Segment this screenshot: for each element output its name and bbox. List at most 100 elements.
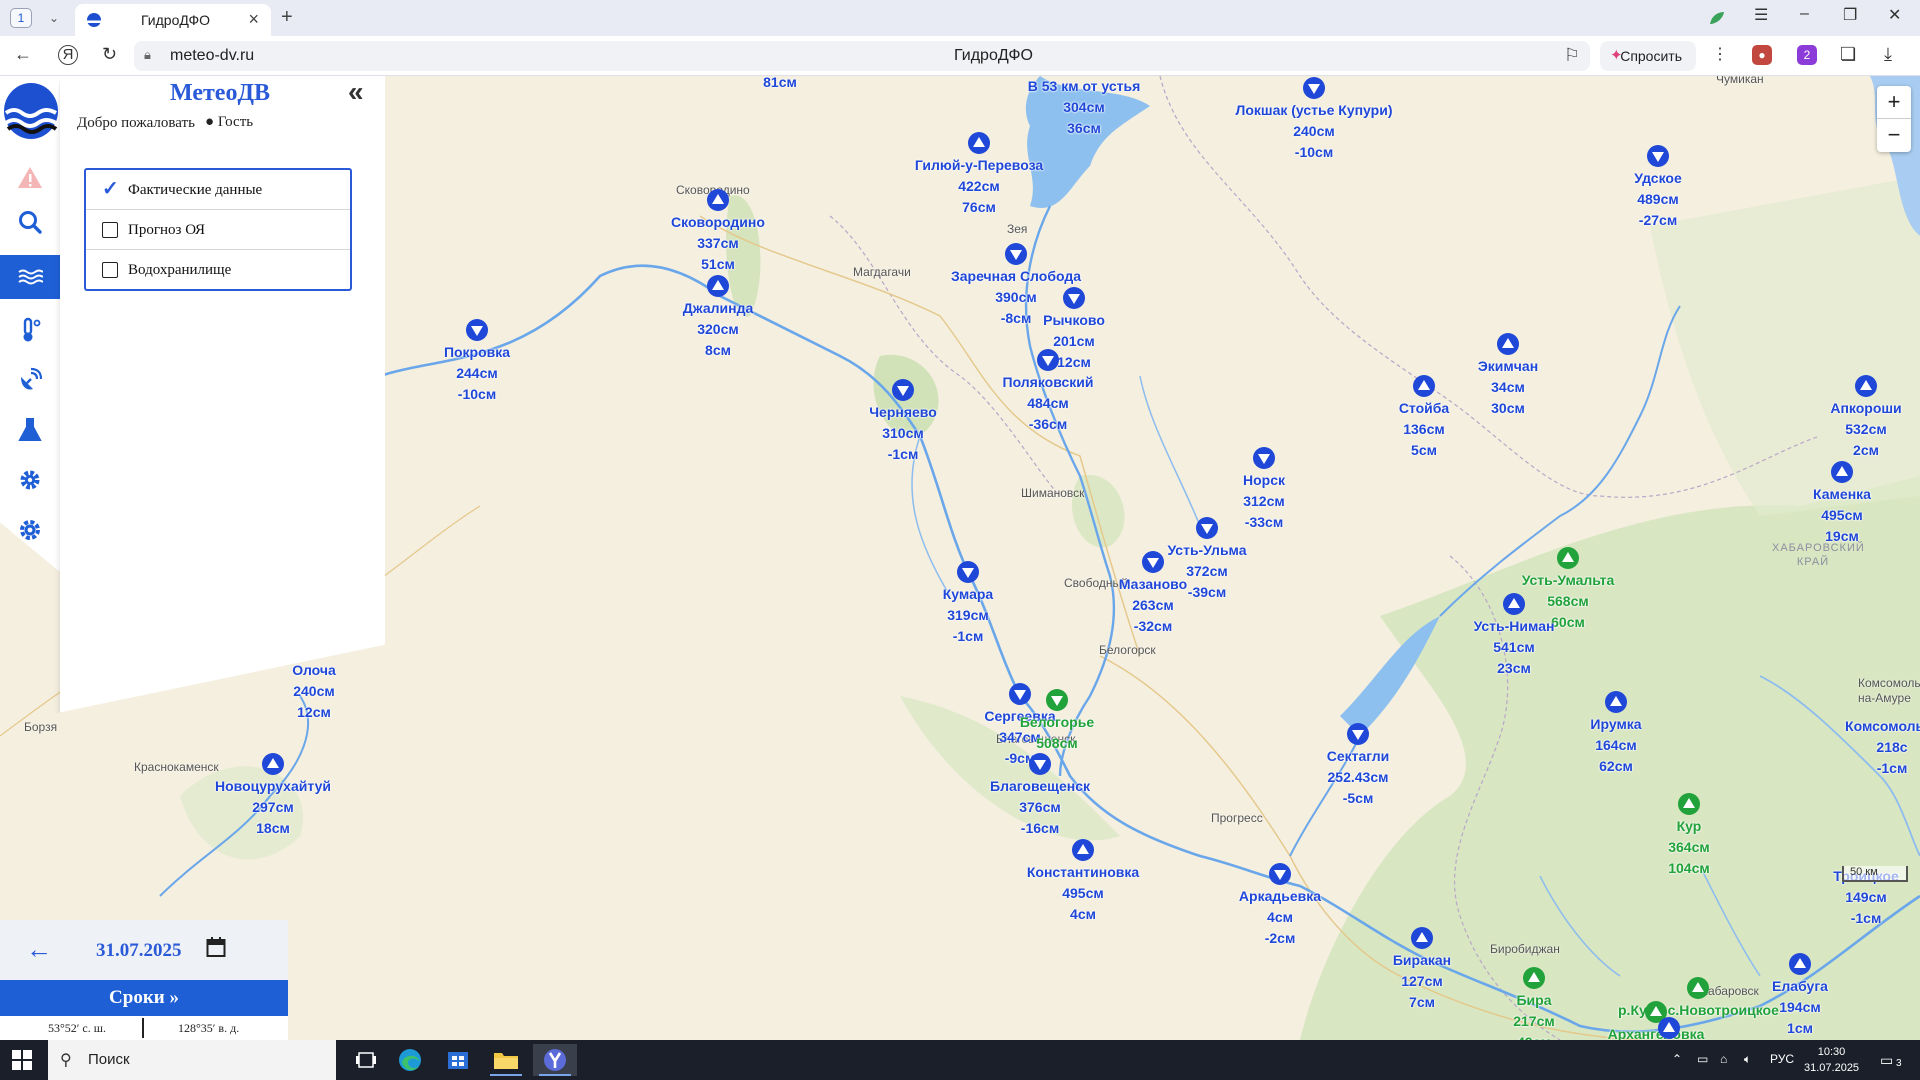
gauge-station[interactable]: Гилюй-у-Перевоза 422см 76см bbox=[899, 131, 1059, 218]
layer-forecast[interactable]: Прогноз ОЯ bbox=[86, 210, 350, 250]
level-down-marker-icon[interactable] bbox=[1646, 144, 1670, 168]
clock[interactable]: 10:30 31.07.2025 bbox=[1804, 1044, 1859, 1076]
level-down-marker-icon[interactable] bbox=[1346, 722, 1370, 746]
zoom-out-button[interactable]: − bbox=[1877, 119, 1911, 152]
level-down-marker-icon[interactable] bbox=[1045, 688, 1069, 712]
gauge-station[interactable]: 81см bbox=[700, 76, 860, 93]
user-info[interactable]: ● Гость bbox=[205, 114, 253, 131]
gauge-station[interactable]: Черняево 310см -1см bbox=[823, 378, 983, 465]
close-window-icon[interactable]: ✕ bbox=[1888, 5, 1901, 25]
url-field[interactable]: 🔒︎ meteo-dv.ru ГидроДФО ⚐ bbox=[134, 41, 1590, 71]
edge-browser-icon[interactable] bbox=[388, 1044, 432, 1076]
level-up-marker-icon[interactable] bbox=[1410, 926, 1434, 950]
gauge-station[interactable]: Кур 364см 104см bbox=[1609, 792, 1769, 879]
gauge-station[interactable]: Мазаново 263см -32см bbox=[1073, 550, 1233, 637]
gauge-station[interactable]: Нижнеспасское bbox=[1589, 1016, 1749, 1040]
meteodv-logo[interactable] bbox=[4, 79, 58, 139]
restore-icon[interactable]: ❐ bbox=[1843, 5, 1857, 25]
gauge-station[interactable]: Апкороши 532см 2см bbox=[1786, 374, 1920, 461]
yandex-icon[interactable]: Я bbox=[58, 45, 78, 65]
collapse-panel-icon[interactable]: « bbox=[348, 76, 364, 108]
zoom-in-button[interactable]: + bbox=[1877, 86, 1911, 119]
gauge-station[interactable]: Поляковский 484см -36см bbox=[968, 348, 1128, 435]
level-down-marker-icon[interactable] bbox=[1141, 550, 1165, 574]
volume-icon[interactable]: 🔈︎ bbox=[1744, 1052, 1751, 1067]
level-up-marker-icon[interactable] bbox=[1604, 690, 1628, 714]
level-down-marker-icon[interactable] bbox=[1036, 348, 1060, 372]
checkbox[interactable] bbox=[102, 222, 118, 238]
level-up-marker-icon[interactable] bbox=[1657, 1016, 1681, 1040]
extension-badge-icon[interactable]: 2 bbox=[1797, 45, 1817, 65]
reload-icon[interactable]: ↻ bbox=[102, 44, 117, 65]
windows-start-icon[interactable] bbox=[12, 1050, 32, 1070]
gauge-station[interactable]: Ирумка 164см 62см bbox=[1536, 690, 1696, 777]
gauge-station[interactable]: Комсомольск 218с -1см bbox=[1812, 716, 1920, 779]
gauge-station[interactable]: Новоцурухайтуй 297см 18см bbox=[193, 752, 353, 839]
level-down-marker-icon[interactable] bbox=[1028, 752, 1052, 776]
gauge-station[interactable]: Кумара 319см -1см bbox=[888, 560, 1048, 647]
rail-temperature[interactable] bbox=[0, 308, 60, 352]
level-down-marker-icon[interactable] bbox=[1004, 242, 1028, 266]
gauge-station[interactable]: Белогорье 508см bbox=[977, 688, 1137, 754]
level-down-marker-icon[interactable] bbox=[465, 318, 489, 342]
download-icon[interactable]: ⤓ bbox=[1884, 44, 1892, 65]
browser-tab[interactable]: ГидроДФО × bbox=[75, 4, 271, 36]
layer-actual-data[interactable]: ✓ Фактические данные bbox=[86, 170, 350, 210]
task-view-icon[interactable] bbox=[344, 1044, 388, 1076]
tab-close-icon[interactable]: × bbox=[248, 9, 259, 30]
level-up-marker-icon[interactable] bbox=[1686, 976, 1710, 1000]
level-down-marker-icon[interactable] bbox=[956, 560, 980, 584]
gauge-station[interactable]: Благовещенск 376см -16см bbox=[960, 752, 1120, 839]
gauge-station[interactable]: Джалинда 320см 8см bbox=[638, 274, 798, 361]
level-up-marker-icon[interactable] bbox=[1788, 952, 1812, 976]
collections-icon[interactable]: ❏ bbox=[1840, 44, 1856, 65]
gauge-station[interactable]: Сектагли 252.43см -5см bbox=[1278, 722, 1438, 809]
gauge-station[interactable]: В 53 км от устья 304см 36см bbox=[1004, 76, 1164, 139]
level-up-marker-icon[interactable] bbox=[1496, 332, 1520, 356]
more-options-icon[interactable]: ⋮ bbox=[1712, 44, 1728, 64]
rail-radar[interactable] bbox=[0, 358, 60, 402]
level-down-marker-icon[interactable] bbox=[1302, 76, 1326, 100]
new-tab-icon[interactable]: + bbox=[281, 6, 293, 29]
network-icon[interactable]: ⌂ bbox=[1720, 1052, 1727, 1066]
back-icon[interactable]: ← bbox=[14, 44, 32, 65]
extension-icon[interactable]: ● bbox=[1752, 45, 1772, 65]
minimize-icon[interactable]: – bbox=[1800, 5, 1809, 23]
level-up-marker-icon[interactable] bbox=[967, 131, 991, 155]
level-up-marker-icon[interactable] bbox=[1071, 838, 1095, 862]
level-up-marker-icon[interactable] bbox=[1854, 374, 1878, 398]
level-up-marker-icon[interactable] bbox=[706, 188, 730, 212]
menu-icon[interactable]: ☰ bbox=[1754, 5, 1768, 25]
tray-device-icon[interactable]: ▭ bbox=[1697, 1052, 1708, 1066]
level-up-marker-icon[interactable] bbox=[706, 274, 730, 298]
level-down-marker-icon[interactable] bbox=[891, 378, 915, 402]
rail-lab[interactable] bbox=[0, 408, 60, 452]
gauge-station[interactable]: Локшак (устье Купури) 240см -10см bbox=[1234, 76, 1394, 163]
level-down-marker-icon[interactable] bbox=[1195, 516, 1219, 540]
level-up-marker-icon[interactable] bbox=[1412, 374, 1436, 398]
language-indicator[interactable]: РУС bbox=[1770, 1052, 1794, 1066]
level-down-marker-icon[interactable] bbox=[1062, 286, 1086, 310]
gauge-station[interactable]: Константиновка 495см 4см bbox=[1003, 838, 1163, 925]
checkbox[interactable] bbox=[102, 262, 118, 278]
gauge-station[interactable]: Усть-Ниман 541см 23см bbox=[1434, 592, 1594, 679]
rail-settings[interactable] bbox=[0, 458, 60, 502]
rail-hydrology[interactable] bbox=[0, 255, 60, 299]
level-up-marker-icon[interactable] bbox=[1502, 592, 1526, 616]
gauge-station[interactable]: Сковородино 337см 51см bbox=[638, 188, 798, 275]
sroki-button[interactable]: Сроки » bbox=[0, 980, 288, 1016]
yandex-browser-icon[interactable] bbox=[533, 1044, 577, 1076]
date-value[interactable]: 31.07.2025 bbox=[96, 940, 182, 962]
rail-warnings[interactable] bbox=[0, 156, 60, 200]
gauge-station[interactable]: Каменка 495см 19см bbox=[1762, 460, 1920, 547]
level-up-marker-icon[interactable] bbox=[1556, 546, 1580, 570]
gauge-station[interactable]: Аркадьевка 4см -2см bbox=[1200, 862, 1360, 949]
level-up-marker-icon[interactable] bbox=[1677, 792, 1701, 816]
level-up-marker-icon[interactable] bbox=[261, 752, 285, 776]
tab-list-chevron-icon[interactable]: ⌄ bbox=[42, 8, 66, 28]
tray-chevron-icon[interactable]: ⌃ bbox=[1672, 1052, 1682, 1066]
level-down-marker-icon[interactable] bbox=[1268, 862, 1292, 886]
gauge-station[interactable]: Удское 489см -27см bbox=[1578, 144, 1738, 231]
level-up-marker-icon[interactable] bbox=[1830, 460, 1854, 484]
taskbar-search[interactable]: ⚲ Поиск bbox=[48, 1040, 336, 1080]
